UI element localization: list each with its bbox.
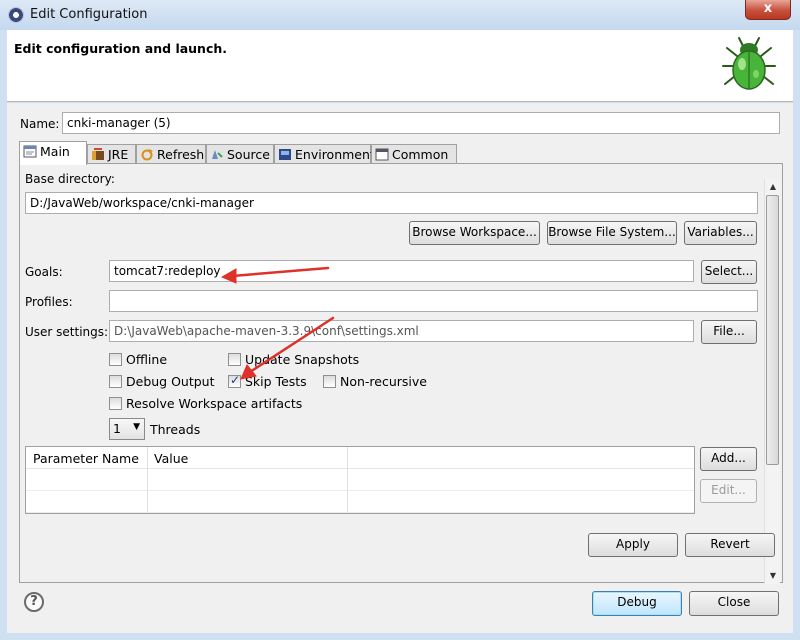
dialog-header: Edit configuration and launch.	[7, 30, 793, 102]
debug-output-checkbox[interactable]: Debug Output	[109, 374, 215, 390]
eclipse-app-icon	[8, 7, 24, 23]
skip-tests-checkbox-box[interactable]	[228, 373, 241, 388]
non-recursive-checkbox-box[interactable]	[323, 375, 336, 388]
close-button[interactable]: Close	[689, 591, 779, 616]
profiles-input[interactable]	[109, 290, 758, 312]
goals-label: Goals:	[25, 265, 63, 279]
scroll-up-icon[interactable]: ▲	[765, 179, 781, 195]
user-settings-input[interactable]: D:\JavaWeb\apache-maven-3.3.9\conf\setti…	[109, 320, 694, 342]
table-header: Parameter Name Value	[26, 447, 694, 469]
user-settings-label: User settings:	[25, 325, 109, 339]
update-snapshots-checkbox-box[interactable]	[228, 353, 241, 366]
goals-input[interactable]: tomcat7:redeploy	[109, 260, 694, 282]
threads-value: 1	[113, 421, 121, 436]
debug-bug-icon	[722, 37, 776, 90]
tab-refresh[interactable]: Refresh	[136, 144, 206, 164]
apply-button[interactable]: Apply	[588, 533, 678, 557]
vertical-scrollbar[interactable]: ▲ ▼	[764, 179, 780, 584]
table-row[interactable]	[26, 491, 694, 513]
debug-button[interactable]: Debug	[592, 591, 682, 616]
scrollbar-thumb[interactable]	[766, 195, 779, 465]
column-value[interactable]: Value	[154, 451, 188, 466]
tab-source[interactable]: Source	[206, 144, 274, 164]
window-title: Edit Configuration	[30, 7, 148, 22]
source-icon	[210, 148, 224, 161]
main-tab-panel: Base directory: D:/JavaWeb/workspace/cnk…	[19, 163, 783, 583]
tab-main[interactable]: Main	[19, 141, 87, 165]
column-parameter-name[interactable]: Parameter Name	[33, 451, 139, 466]
update-snapshots-checkbox[interactable]: Update Snapshots	[228, 352, 359, 368]
browse-workspace-button[interactable]: Browse Workspace...	[409, 221, 540, 245]
add-parameter-button[interactable]: Add...	[700, 447, 757, 471]
resolve-workspace-checkbox[interactable]: Resolve Workspace artifacts	[109, 396, 302, 412]
chevron-down-icon: ▼	[133, 422, 140, 432]
variables-button[interactable]: Variables...	[684, 221, 757, 245]
title-bar[interactable]: Edit Configuration x	[0, 0, 800, 30]
scroll-down-icon[interactable]: ▼	[765, 568, 781, 584]
help-icon[interactable]: ?	[24, 592, 44, 612]
main-tab-icon	[23, 145, 37, 158]
common-icon	[375, 148, 389, 161]
parameter-table[interactable]: Parameter Name Value	[25, 446, 695, 514]
goals-select-button[interactable]: Select...	[701, 260, 757, 284]
tab-jre[interactable]: JRE	[87, 144, 136, 164]
threads-dropdown[interactable]: 1 ▼	[109, 418, 145, 440]
skip-tests-checkbox[interactable]: Skip Tests	[228, 373, 307, 390]
threads-label: Threads	[150, 422, 201, 437]
offline-checkbox-box[interactable]	[109, 353, 122, 366]
tab-common[interactable]: Common	[371, 144, 457, 164]
jre-icon	[91, 148, 105, 161]
header-title: Edit configuration and launch.	[14, 41, 228, 56]
debug-output-checkbox-box[interactable]	[109, 375, 122, 388]
edit-parameter-button[interactable]: Edit...	[700, 479, 757, 503]
user-settings-file-button[interactable]: File...	[701, 320, 757, 344]
close-icon: x	[763, 1, 773, 16]
non-recursive-checkbox[interactable]: Non-recursive	[323, 374, 427, 390]
window-close-button[interactable]: x	[745, 0, 791, 20]
name-label: Name:	[20, 117, 60, 131]
revert-button[interactable]: Revert	[685, 533, 775, 557]
resolve-workspace-checkbox-box[interactable]	[109, 397, 122, 410]
tab-environment[interactable]: Environment	[274, 144, 375, 164]
name-input[interactable]: cnki-manager (5)	[62, 112, 780, 134]
profiles-label: Profiles:	[25, 295, 73, 309]
base-directory-input[interactable]: D:/JavaWeb/workspace/cnki-manager	[25, 192, 758, 214]
environment-icon	[278, 148, 292, 161]
table-row[interactable]	[26, 469, 694, 491]
edit-configuration-window: Edit Configuration x Edit configuration …	[0, 0, 800, 640]
base-directory-label: Base directory:	[25, 172, 115, 186]
browse-file-system-button[interactable]: Browse File System...	[547, 221, 677, 245]
refresh-icon	[140, 148, 154, 161]
offline-checkbox[interactable]: Offline	[109, 352, 167, 368]
dialog-content: Name: cnki-manager (5) Main JRE Refresh	[7, 103, 793, 633]
